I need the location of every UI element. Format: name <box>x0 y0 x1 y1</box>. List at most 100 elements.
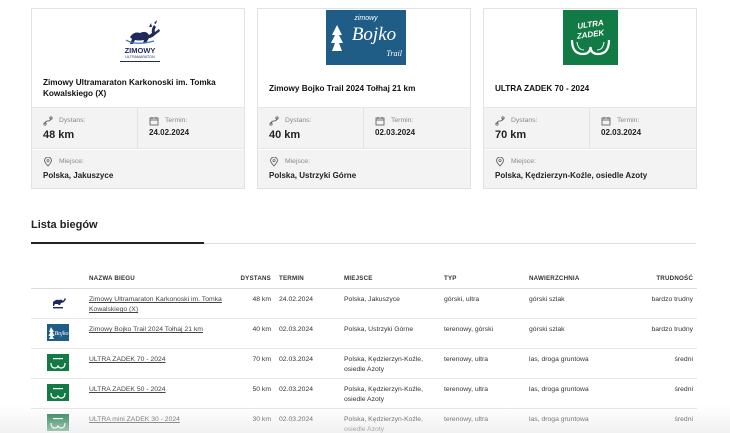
distance-label: Dystans: <box>59 117 86 124</box>
date-value: 24.02.2024 <box>149 128 190 137</box>
race-difficulty: bardzo trudny <box>651 296 693 303</box>
race-surface: las, droga gruntowa <box>529 386 589 393</box>
race-card-ultra-zadek-70[interactable]: ULTRA ZADEK ULTRA ZADEK 70 - 2024 Dystan… <box>483 8 697 189</box>
race-type: terenowy, ultra <box>444 356 489 363</box>
race-type: terenowy, górski <box>444 326 493 333</box>
column-header-surface[interactable]: NAWIERZCHNIA <box>529 275 580 282</box>
ultra-zadek-thumbnail[interactable] <box>47 354 69 371</box>
table-row[interactable]: ULTRA ZADEK 70 - 2024 70 km 02.03.2024 P… <box>31 349 697 379</box>
race-card-zimowy-bojko-trail[interactable]: zimowy Bojko Trail Zimowy Bojko Trail 20… <box>257 8 471 189</box>
race-place: Polska, Kędzierzyn-Koźle, osiedle Azoty <box>344 356 423 373</box>
race-surface: las, droga gruntowa <box>529 416 589 423</box>
race-card-title[interactable]: ULTRA ZADEK 70 - 2024 <box>495 69 689 107</box>
distance-value: 40 km <box>269 129 301 141</box>
distance-value: 70 km <box>495 129 527 141</box>
race-date: 02.03.2024 <box>279 326 314 333</box>
race-distance: 40 km <box>252 326 271 333</box>
race-place: Polska, Ustrzyki Górne <box>344 326 414 333</box>
race-date: 24.02.2024 <box>279 296 314 303</box>
calendar-icon <box>375 116 385 126</box>
location-label: Miejsce: <box>285 158 310 165</box>
column-header-date[interactable]: TERMIN <box>279 275 304 282</box>
race-difficulty: średni <box>674 416 693 423</box>
logo-top-word: zimowy <box>354 15 378 22</box>
divider <box>363 108 364 148</box>
table-row[interactable]: Bojko Zimowy Bojko Trail 2024 Tołhaj 21 … <box>31 319 697 349</box>
race-card-details: Dystans: 70 km Termin: 02.03.2024 <box>484 107 696 149</box>
race-difficulty: bardzo trudny <box>651 326 693 333</box>
location-value: Polska, Ustrzyki Górne <box>269 171 357 180</box>
column-header-name[interactable]: NAZWA BIEGU <box>89 275 239 282</box>
race-surface: górski szlak <box>529 296 565 303</box>
race-card-logo-area: zimowy Bojko Trail <box>258 9 470 69</box>
tab-underline-active <box>31 242 204 244</box>
date-value: 02.03.2024 <box>601 128 642 137</box>
distance-value: 48 km <box>43 129 75 141</box>
race-card-logo-area: ULTRA ZADEK <box>484 9 696 69</box>
column-header-distance[interactable]: DYSTANS <box>239 275 271 282</box>
table-row[interactable]: ULTRA ZADEK 50 - 2024 50 km 02.03.2024 P… <box>31 379 697 409</box>
race-card-location: Miejsce: Polska, Ustrzyki Górne <box>258 150 470 188</box>
race-name-link[interactable]: ULTRA ZADEK 70 - 2024 <box>89 355 239 365</box>
race-place: Polska, Kędzierzyn-Koźle, osiedle Azoty <box>344 416 423 433</box>
ultra-zadek-logo: ULTRA ZADEK <box>563 10 618 65</box>
distance-label: Dystans: <box>285 117 312 124</box>
svg-text:Bojko: Bojko <box>55 331 69 337</box>
zimowy-ultramaraton-thumbnail[interactable] <box>47 294 69 311</box>
table-row[interactable]: ULTRA mini ZADEK 30 - 2024 30 km 02.03.2… <box>31 409 697 433</box>
race-name-link[interactable]: Zimowy Bojko Trail 2024 Tołhaj 21 km <box>89 325 239 335</box>
column-header-place[interactable]: MIEJSCE <box>344 275 439 282</box>
location-label: Miejsce: <box>59 158 84 165</box>
column-header-type[interactable]: TYP <box>444 275 457 282</box>
zimowy-ultramaraton-logo: ZIMOWY ULTRAMARATON <box>116 13 164 67</box>
race-card-details: Dystans: 48 km Termin: 24.02.2024 <box>32 107 244 149</box>
race-difficulty: średni <box>674 386 693 393</box>
race-distance: 70 km <box>252 356 271 363</box>
location-value: Polska, Kędzierzyn-Koźle, osiedle Azoty <box>495 171 648 180</box>
race-name-link[interactable]: ULTRA mini ZADEK 30 - 2024 <box>89 415 239 425</box>
column-header-difficulty[interactable]: TRUDNOŚĆ <box>641 275 693 282</box>
race-type: terenowy, ultra <box>444 416 489 423</box>
race-card-location: Miejsce: Polska, Jakuszyce <box>32 150 244 188</box>
race-card-title[interactable]: Zimowy Bojko Trail 2024 Tołhaj 21 km <box>269 69 463 107</box>
ultra-zadek-thumbnail[interactable] <box>47 414 69 431</box>
divider <box>589 108 590 148</box>
route-icon <box>269 116 279 126</box>
ultra-zadek-thumbnail[interactable] <box>47 384 69 401</box>
table-row[interactable]: Zimowy Ultramaraton Karkonoski im. Tomka… <box>31 289 697 319</box>
race-surface: las, droga gruntowa <box>529 356 589 363</box>
calendar-icon <box>149 116 159 126</box>
race-difficulty: średni <box>674 356 693 363</box>
distance-label: Dystans: <box>511 117 538 124</box>
zimowy-bojko-trail-thumbnail[interactable]: Bojko <box>47 324 69 341</box>
location-pin-icon <box>43 156 53 167</box>
race-card-location: Miejsce: Polska, Kędzierzyn-Koźle, osied… <box>484 150 696 188</box>
race-type: górski, ultra <box>444 296 480 303</box>
logo-wordmark: ZIMOWY <box>124 46 156 55</box>
location-pin-icon <box>495 156 505 167</box>
race-name-link[interactable]: Zimowy Ultramaraton Karkonoski im. Tomka… <box>89 295 239 315</box>
section-title[interactable]: Lista biegów <box>31 219 98 231</box>
race-card-logo-area: ZIMOWY ULTRAMARATON <box>32 9 244 69</box>
race-surface: górski szlak <box>529 326 565 333</box>
race-date: 02.03.2024 <box>279 356 314 363</box>
race-place: Polska, Kędzierzyn-Koźle, osiedle Azoty <box>344 386 423 403</box>
logo-rule <box>120 61 160 62</box>
race-card-details: Dystans: 40 km Termin: 02.03.2024 <box>258 107 470 149</box>
race-distance: 50 km <box>252 386 271 393</box>
date-label: Termin: <box>391 117 414 124</box>
logo-subtitle: ULTRAMARATON <box>125 55 155 59</box>
logo-main-word: Bojko <box>351 24 397 45</box>
featured-races: ZIMOWY ULTRAMARATON Zimowy Ultramaraton … <box>31 8 697 189</box>
location-label: Miejsce: <box>511 158 536 165</box>
race-name-link[interactable]: ULTRA ZADEK 50 - 2024 <box>89 385 239 395</box>
race-card-zimowy-ultramaraton[interactable]: ZIMOWY ULTRAMARATON Zimowy Ultramaraton … <box>31 8 245 189</box>
route-icon <box>495 116 505 126</box>
race-distance: 48 km <box>252 296 271 303</box>
race-date: 02.03.2024 <box>279 386 314 393</box>
divider <box>137 108 138 148</box>
route-icon <box>43 116 53 126</box>
race-distance: 30 km <box>252 416 271 423</box>
race-card-title[interactable]: Zimowy Ultramaraton Karkonoski im. Tomka… <box>43 69 237 107</box>
location-value: Polska, Jakuszyce <box>43 171 114 180</box>
